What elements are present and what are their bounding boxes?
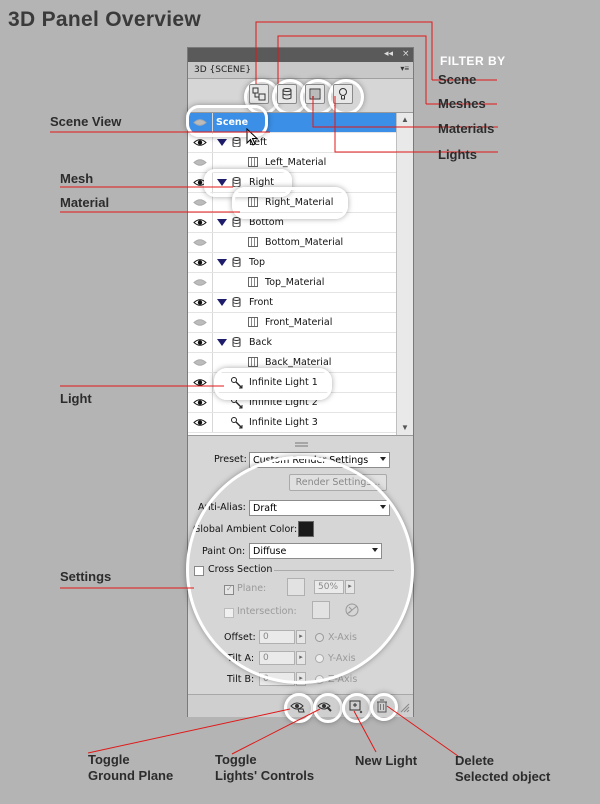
callout-scene: Scene [438,72,477,87]
callout-material: Material [60,195,110,210]
callout-toggle-ground-line1: Toggle [88,752,130,767]
callout-light: Light [60,391,92,406]
callout-delete: Delete Selected object [455,753,550,785]
callout-new-light: New Light [355,753,418,768]
callout-delete-line2: Selected object [455,769,551,784]
callout-settings: Settings [60,569,112,584]
callout-scene-view: Scene View [50,114,122,129]
callout-toggle-ground-line2: Ground Plane [88,768,174,783]
callout-materials: Materials [438,121,495,136]
callout-toggle-lights: Toggle Lights' Controls [215,752,314,784]
callout-filter-by: FILTER BY [440,54,506,68]
callout-lights: Lights [438,147,477,162]
callout-delete-line1: Delete [455,753,495,768]
callout-toggle-ground-plane: Toggle Ground Plane [88,752,173,784]
callout-toggle-lights-line1: Toggle [215,752,257,767]
callout-meshes: Meshes [438,96,486,111]
callout-toggle-lights-line2: Lights' Controls [215,768,315,783]
callout-mesh: Mesh [60,171,94,186]
